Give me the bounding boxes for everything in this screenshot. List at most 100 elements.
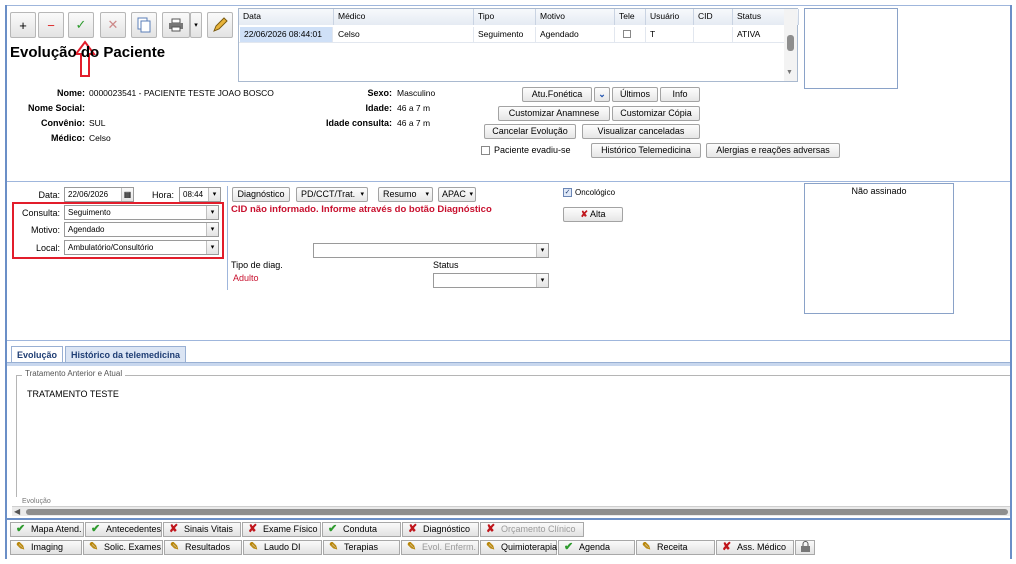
bottom-button-mapa-atend[interactable]: ✔ Mapa Atend.	[10, 522, 84, 537]
col-medico[interactable]: Médico	[334, 9, 474, 25]
horizontal-scrollbar[interactable]: ◀	[12, 506, 1010, 516]
bottom-button-conduta[interactable]: ✔ Conduta	[322, 522, 401, 537]
scroll-left-icon[interactable]: ◀	[14, 507, 20, 516]
bottom-button-resultados[interactable]: ✎ Resultados	[164, 540, 242, 555]
chevron-down-icon[interactable]: ▾	[208, 188, 220, 201]
edit-button[interactable]	[207, 12, 233, 38]
chevron-down-icon: ▾	[469, 191, 473, 198]
convenio-value: SUL	[89, 118, 106, 128]
bottom-button-solic-exames[interactable]: ✎ Solic. Exames	[83, 540, 163, 555]
chevron-down-icon: ▾	[425, 191, 429, 198]
grid-scrollbar[interactable]: ▼	[784, 9, 797, 81]
col-data[interactable]: Data	[239, 9, 334, 25]
local-select[interactable]: Ambulatório/Consultório ▾	[64, 240, 219, 255]
lock-button[interactable]	[795, 540, 815, 555]
row-divider	[239, 42, 785, 43]
pdt-button[interactable]: PD/CCT/Trat. ▾	[296, 187, 368, 202]
evadiu-checkbox[interactable]	[481, 146, 490, 155]
bottom-button-ass-m-dico[interactable]: ✘ Ass. Médico	[716, 540, 794, 555]
bottom-button-imaging[interactable]: ✎ Imaging	[10, 540, 82, 555]
x-icon: ✘	[722, 541, 732, 553]
scroll-thumb[interactable]	[26, 509, 1008, 515]
info-button[interactable]: Info	[660, 87, 700, 102]
scroll-thumb[interactable]	[787, 35, 794, 51]
status-select[interactable]: ▾	[433, 273, 549, 288]
medico-label: Médico:	[50, 133, 85, 143]
apac-button[interactable]: APAC ▾	[438, 187, 476, 202]
ultimos-button[interactable]: Últimos	[612, 87, 658, 102]
visualizar-canceladas-button[interactable]: Visualizar canceladas	[582, 124, 700, 139]
bottom-button-receita[interactable]: ✎ Receita	[636, 540, 715, 555]
bottom-button-antecedentes[interactable]: ✔ Antecedentes	[85, 522, 162, 537]
bottom-button-exame-f-sico[interactable]: ✘ Exame Físico	[242, 522, 321, 537]
evolucao-legend: Evolução	[22, 498, 51, 505]
data-field[interactable]: 22/06/2026 ▦	[64, 187, 134, 202]
bottom-button-or-amento-cl-nico[interactable]: ✘ Orçamento Clínico	[480, 522, 584, 537]
copy-button[interactable]	[131, 12, 157, 38]
oncologico-checkbox[interactable]: ✓	[563, 188, 572, 197]
frame-top	[5, 5, 1012, 6]
print-button[interactable]	[162, 12, 190, 38]
pencil-icon: ✎	[329, 541, 339, 553]
scroll-down-icon[interactable]: ▼	[786, 69, 793, 76]
bottom-button-quimioterapia[interactable]: ✎ Quimioterapia	[480, 540, 557, 555]
diag-select[interactable]: ▾	[313, 243, 549, 258]
bottom-button-sinais-vitais[interactable]: ✘ Sinais Vitais	[163, 522, 241, 537]
evadiu-label: Paciente evadiu-se	[494, 145, 571, 155]
col-tipo[interactable]: Tipo	[474, 9, 536, 25]
pencil-icon	[213, 17, 228, 32]
confirm-button[interactable]: ✓	[68, 12, 94, 38]
chevron-down-icon[interactable]: ▾	[206, 223, 218, 236]
print-dropdown[interactable]: ▾	[190, 12, 202, 38]
tele-checkbox[interactable]	[623, 30, 631, 38]
customizar-copia-button[interactable]: Customizar Cópia	[612, 106, 700, 121]
atu-fonetica-dropdown[interactable]: ⌄	[594, 87, 610, 102]
alta-button[interactable]: ✘ Alta	[563, 207, 623, 222]
tratamento-text[interactable]: TRATAMENTO TESTE	[27, 389, 119, 399]
bottom-button-evol-enferm[interactable]: ✎ Evol. Enferm.	[401, 540, 479, 555]
chevron-down-icon[interactable]: ▾	[206, 206, 218, 219]
calendar-icon[interactable]: ▦	[121, 188, 133, 201]
lock-icon	[801, 541, 810, 552]
bottom-button-terapias[interactable]: ✎ Terapias	[323, 540, 400, 555]
hora-field[interactable]: 08:44 ▾	[179, 187, 221, 202]
atu-fonetica-button[interactable]: Atu.Fonética	[522, 87, 592, 102]
cell-tele[interactable]	[615, 27, 646, 42]
pencil-icon: ✎	[642, 541, 652, 553]
col-motivo[interactable]: Motivo	[536, 9, 615, 25]
resumo-button[interactable]: Resumo ▾	[378, 187, 433, 202]
add-button[interactable]: +	[10, 12, 36, 38]
bottom-button-diagn-stico[interactable]: ✘ Diagnóstico	[402, 522, 479, 537]
pencil-icon: ✎	[89, 541, 99, 553]
tipo-diag-label: Tipo de diag.	[231, 260, 283, 270]
remove-button[interactable]: −	[38, 12, 64, 38]
cell-tipo: Seguimento	[474, 27, 536, 42]
historico-telemedicina-button[interactable]: Histórico Telemedicina	[591, 143, 701, 158]
bottom-button-label: Laudo DI	[264, 542, 301, 552]
customizar-anamnese-button[interactable]: Customizar Anamnese	[498, 106, 610, 121]
bottom-button-laudo-di[interactable]: ✎ Laudo DI	[243, 540, 322, 555]
cancelar-evolucao-button[interactable]: Cancelar Evolução	[484, 124, 576, 139]
alergias-button[interactable]: Alergias e reações adversas	[706, 143, 840, 158]
diagnostico-button[interactable]: Diagnóstico	[232, 187, 290, 202]
cancel-button[interactable]: ✕	[100, 12, 126, 38]
idade-consulta-label: Idade consulta:	[325, 118, 392, 128]
col-status[interactable]: Status	[733, 9, 785, 25]
chevron-down-icon[interactable]: ▾	[536, 274, 548, 287]
col-cid[interactable]: CID	[694, 9, 733, 25]
evolution-grid[interactable]: Data Médico Tipo Motivo Tele Usuário CID…	[238, 8, 799, 82]
bottom-button-label: Terapias	[344, 542, 379, 552]
tipo-diag-value[interactable]: Adulto	[233, 273, 259, 283]
col-tele[interactable]: Tele	[615, 9, 646, 25]
bottom-button-label: Resultados	[185, 542, 231, 552]
consulta-select[interactable]: Seguimento ▾	[64, 205, 219, 220]
bottom-button-agenda[interactable]: ✔ Agenda	[558, 540, 635, 555]
tab-historico-telemedicina[interactable]: Histórico da telemedicina	[65, 346, 186, 363]
chevron-down-icon[interactable]: ▾	[206, 241, 218, 254]
col-usuario[interactable]: Usuário	[646, 9, 694, 25]
motivo-select[interactable]: Agendado ▾	[64, 222, 219, 237]
chevron-down-icon[interactable]: ▾	[536, 244, 548, 257]
nome-value: 0000023541 - PACIENTE TESTE JOAO BOSCO	[89, 88, 274, 98]
tab-evolucao[interactable]: Evolução	[11, 346, 63, 363]
page-title: Evolução do Paciente	[10, 44, 166, 61]
